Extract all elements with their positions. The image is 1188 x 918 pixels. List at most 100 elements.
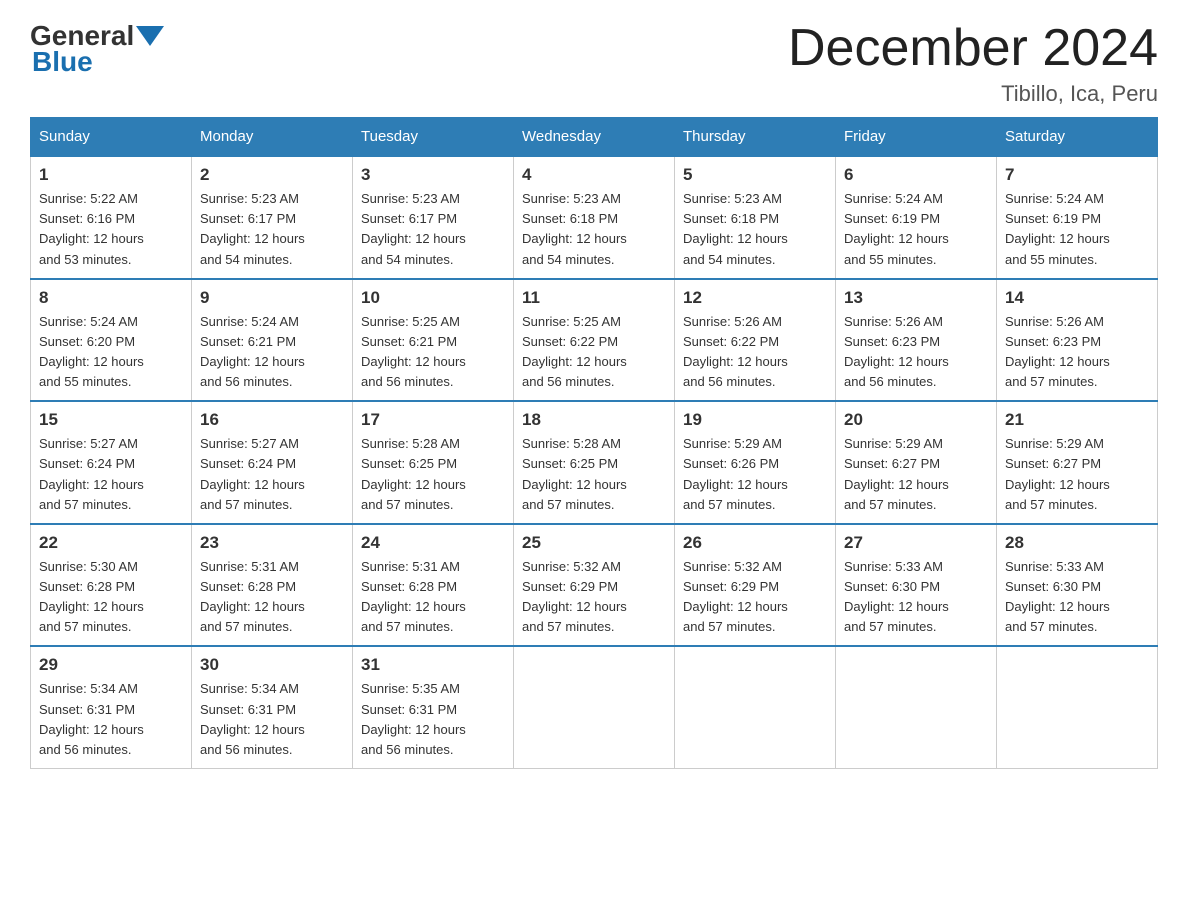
day-number: 26 (683, 533, 827, 553)
day-info: Sunrise: 5:24 AM Sunset: 6:20 PM Dayligh… (39, 312, 183, 393)
day-number: 3 (361, 165, 505, 185)
day-info: Sunrise: 5:23 AM Sunset: 6:17 PM Dayligh… (200, 189, 344, 270)
day-info: Sunrise: 5:22 AM Sunset: 6:16 PM Dayligh… (39, 189, 183, 270)
calendar-cell (836, 646, 997, 768)
calendar-cell: 27 Sunrise: 5:33 AM Sunset: 6:30 PM Dayl… (836, 524, 997, 647)
day-number: 4 (522, 165, 666, 185)
day-info: Sunrise: 5:25 AM Sunset: 6:22 PM Dayligh… (522, 312, 666, 393)
day-number: 18 (522, 410, 666, 430)
day-number: 9 (200, 288, 344, 308)
calendar-cell: 3 Sunrise: 5:23 AM Sunset: 6:17 PM Dayli… (353, 156, 514, 279)
day-number: 25 (522, 533, 666, 553)
calendar-cell: 26 Sunrise: 5:32 AM Sunset: 6:29 PM Dayl… (675, 524, 836, 647)
day-info: Sunrise: 5:34 AM Sunset: 6:31 PM Dayligh… (39, 679, 183, 760)
day-number: 23 (200, 533, 344, 553)
day-number: 31 (361, 655, 505, 675)
calendar-week-4: 22 Sunrise: 5:30 AM Sunset: 6:28 PM Dayl… (31, 524, 1158, 647)
day-info: Sunrise: 5:26 AM Sunset: 6:23 PM Dayligh… (844, 312, 988, 393)
day-info: Sunrise: 5:33 AM Sunset: 6:30 PM Dayligh… (844, 557, 988, 638)
calendar-cell: 18 Sunrise: 5:28 AM Sunset: 6:25 PM Dayl… (514, 401, 675, 524)
calendar-cell: 8 Sunrise: 5:24 AM Sunset: 6:20 PM Dayli… (31, 279, 192, 402)
weekday-header-thursday: Thursday (675, 118, 836, 157)
calendar-cell: 5 Sunrise: 5:23 AM Sunset: 6:18 PM Dayli… (675, 156, 836, 279)
calendar-cell: 4 Sunrise: 5:23 AM Sunset: 6:18 PM Dayli… (514, 156, 675, 279)
page-subtitle: Tibillo, Ica, Peru (788, 81, 1158, 107)
logo-blue-text: Blue (32, 46, 93, 78)
day-number: 5 (683, 165, 827, 185)
page-title: December 2024 (788, 20, 1158, 77)
day-number: 19 (683, 410, 827, 430)
calendar-cell: 17 Sunrise: 5:28 AM Sunset: 6:25 PM Dayl… (353, 401, 514, 524)
calendar-cell: 10 Sunrise: 5:25 AM Sunset: 6:21 PM Dayl… (353, 279, 514, 402)
calendar-cell: 21 Sunrise: 5:29 AM Sunset: 6:27 PM Dayl… (997, 401, 1158, 524)
day-info: Sunrise: 5:33 AM Sunset: 6:30 PM Dayligh… (1005, 557, 1149, 638)
day-number: 8 (39, 288, 183, 308)
day-number: 13 (844, 288, 988, 308)
weekday-header-friday: Friday (836, 118, 997, 157)
calendar-cell: 6 Sunrise: 5:24 AM Sunset: 6:19 PM Dayli… (836, 156, 997, 279)
calendar-week-5: 29 Sunrise: 5:34 AM Sunset: 6:31 PM Dayl… (31, 646, 1158, 768)
calendar-cell: 19 Sunrise: 5:29 AM Sunset: 6:26 PM Dayl… (675, 401, 836, 524)
day-number: 11 (522, 288, 666, 308)
calendar-cell: 7 Sunrise: 5:24 AM Sunset: 6:19 PM Dayli… (997, 156, 1158, 279)
calendar-week-3: 15 Sunrise: 5:27 AM Sunset: 6:24 PM Dayl… (31, 401, 1158, 524)
page-header: General Blue December 2024 Tibillo, Ica,… (30, 20, 1158, 107)
calendar-cell: 13 Sunrise: 5:26 AM Sunset: 6:23 PM Dayl… (836, 279, 997, 402)
day-number: 14 (1005, 288, 1149, 308)
weekday-header-monday: Monday (192, 118, 353, 157)
day-number: 2 (200, 165, 344, 185)
day-info: Sunrise: 5:29 AM Sunset: 6:27 PM Dayligh… (1005, 434, 1149, 515)
day-number: 20 (844, 410, 988, 430)
calendar-cell: 15 Sunrise: 5:27 AM Sunset: 6:24 PM Dayl… (31, 401, 192, 524)
calendar-week-2: 8 Sunrise: 5:24 AM Sunset: 6:20 PM Dayli… (31, 279, 1158, 402)
calendar-table: SundayMondayTuesdayWednesdayThursdayFrid… (30, 117, 1158, 769)
day-number: 28 (1005, 533, 1149, 553)
day-number: 24 (361, 533, 505, 553)
weekday-header-sunday: Sunday (31, 118, 192, 157)
calendar-cell: 22 Sunrise: 5:30 AM Sunset: 6:28 PM Dayl… (31, 524, 192, 647)
calendar-cell: 30 Sunrise: 5:34 AM Sunset: 6:31 PM Dayl… (192, 646, 353, 768)
day-info: Sunrise: 5:31 AM Sunset: 6:28 PM Dayligh… (361, 557, 505, 638)
day-number: 10 (361, 288, 505, 308)
calendar-cell: 31 Sunrise: 5:35 AM Sunset: 6:31 PM Dayl… (353, 646, 514, 768)
day-number: 16 (200, 410, 344, 430)
day-number: 29 (39, 655, 183, 675)
weekday-header-tuesday: Tuesday (353, 118, 514, 157)
day-info: Sunrise: 5:30 AM Sunset: 6:28 PM Dayligh… (39, 557, 183, 638)
weekday-header-saturday: Saturday (997, 118, 1158, 157)
day-info: Sunrise: 5:29 AM Sunset: 6:27 PM Dayligh… (844, 434, 988, 515)
day-info: Sunrise: 5:28 AM Sunset: 6:25 PM Dayligh… (361, 434, 505, 515)
calendar-cell: 25 Sunrise: 5:32 AM Sunset: 6:29 PM Dayl… (514, 524, 675, 647)
day-number: 1 (39, 165, 183, 185)
calendar-cell: 16 Sunrise: 5:27 AM Sunset: 6:24 PM Dayl… (192, 401, 353, 524)
calendar-cell: 9 Sunrise: 5:24 AM Sunset: 6:21 PM Dayli… (192, 279, 353, 402)
day-number: 21 (1005, 410, 1149, 430)
day-number: 6 (844, 165, 988, 185)
day-info: Sunrise: 5:34 AM Sunset: 6:31 PM Dayligh… (200, 679, 344, 760)
day-info: Sunrise: 5:29 AM Sunset: 6:26 PM Dayligh… (683, 434, 827, 515)
day-info: Sunrise: 5:25 AM Sunset: 6:21 PM Dayligh… (361, 312, 505, 393)
day-info: Sunrise: 5:35 AM Sunset: 6:31 PM Dayligh… (361, 679, 505, 760)
calendar-cell: 28 Sunrise: 5:33 AM Sunset: 6:30 PM Dayl… (997, 524, 1158, 647)
day-info: Sunrise: 5:27 AM Sunset: 6:24 PM Dayligh… (39, 434, 183, 515)
calendar-cell: 20 Sunrise: 5:29 AM Sunset: 6:27 PM Dayl… (836, 401, 997, 524)
calendar-header: SundayMondayTuesdayWednesdayThursdayFrid… (31, 118, 1158, 157)
day-info: Sunrise: 5:24 AM Sunset: 6:19 PM Dayligh… (844, 189, 988, 270)
calendar-cell: 11 Sunrise: 5:25 AM Sunset: 6:22 PM Dayl… (514, 279, 675, 402)
calendar-cell: 29 Sunrise: 5:34 AM Sunset: 6:31 PM Dayl… (31, 646, 192, 768)
calendar-cell: 2 Sunrise: 5:23 AM Sunset: 6:17 PM Dayli… (192, 156, 353, 279)
day-number: 27 (844, 533, 988, 553)
day-number: 22 (39, 533, 183, 553)
day-info: Sunrise: 5:24 AM Sunset: 6:19 PM Dayligh… (1005, 189, 1149, 270)
day-info: Sunrise: 5:26 AM Sunset: 6:22 PM Dayligh… (683, 312, 827, 393)
weekday-header-wednesday: Wednesday (514, 118, 675, 157)
calendar-week-1: 1 Sunrise: 5:22 AM Sunset: 6:16 PM Dayli… (31, 156, 1158, 279)
day-info: Sunrise: 5:24 AM Sunset: 6:21 PM Dayligh… (200, 312, 344, 393)
day-info: Sunrise: 5:26 AM Sunset: 6:23 PM Dayligh… (1005, 312, 1149, 393)
day-number: 30 (200, 655, 344, 675)
day-info: Sunrise: 5:32 AM Sunset: 6:29 PM Dayligh… (683, 557, 827, 638)
day-info: Sunrise: 5:23 AM Sunset: 6:18 PM Dayligh… (683, 189, 827, 270)
day-info: Sunrise: 5:31 AM Sunset: 6:28 PM Dayligh… (200, 557, 344, 638)
day-info: Sunrise: 5:23 AM Sunset: 6:17 PM Dayligh… (361, 189, 505, 270)
calendar-cell (997, 646, 1158, 768)
